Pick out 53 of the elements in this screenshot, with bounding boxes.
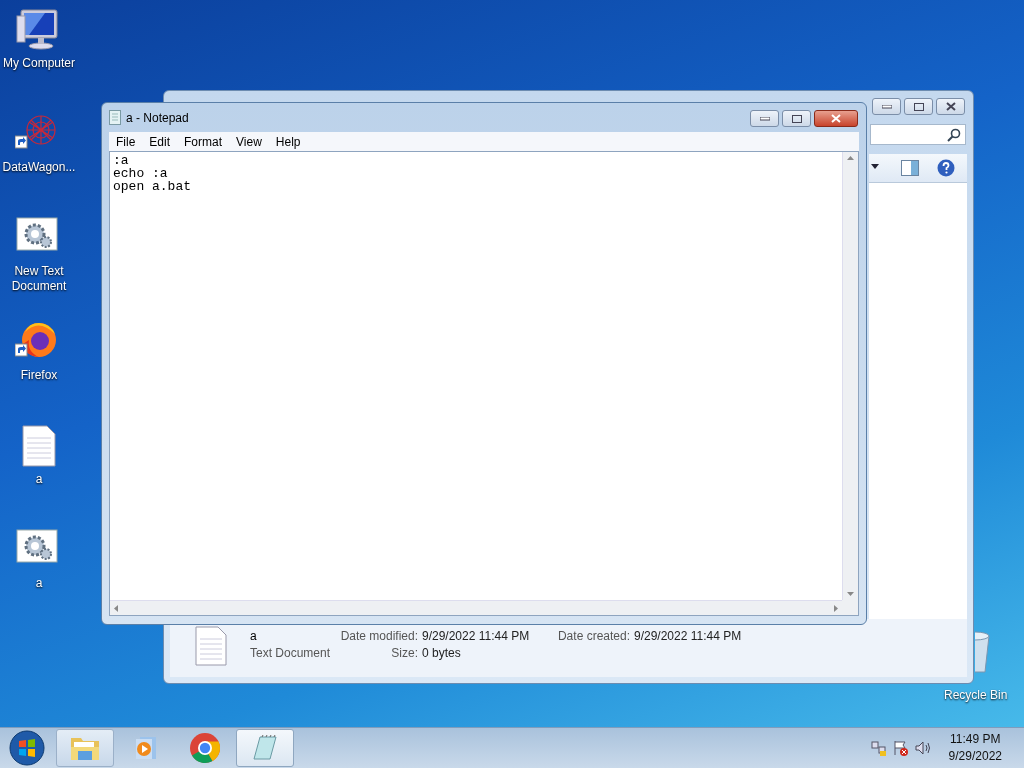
preview-pane-icon[interactable] — [901, 160, 919, 176]
start-orb-icon[interactable] — [9, 730, 45, 766]
menu-item[interactable]: Help — [268, 134, 308, 149]
document-icon — [194, 625, 228, 667]
detail-value: 0 bytes — [422, 646, 462, 660]
minimize-icon — [759, 116, 770, 121]
icon-label: a — [35, 576, 43, 591]
scroll-left-icon[interactable] — [114, 604, 118, 612]
close-button[interactable] — [936, 98, 965, 115]
detail-label: Size: — [390, 646, 418, 660]
flag-icon[interactable] — [892, 740, 909, 756]
network-icon[interactable] — [870, 740, 887, 756]
caret-icon[interactable] — [871, 164, 879, 169]
close-icon — [945, 102, 956, 111]
help-icon[interactable] — [937, 159, 955, 177]
clock-time[interactable]: 11:49 PM — [950, 731, 1001, 748]
menu-item[interactable]: Format — [177, 134, 230, 149]
scroll-right-icon[interactable] — [834, 604, 838, 612]
close-button[interactable] — [814, 110, 858, 127]
menu-item[interactable]: Edit — [142, 134, 178, 149]
search-field[interactable] — [870, 124, 966, 145]
chrome-icon — [189, 732, 221, 764]
vertical-scrollbar[interactable] — [842, 152, 858, 600]
detail-value: 9/29/2022 11:44 PM — [422, 629, 531, 643]
window-title: a - Notepad — [126, 110, 189, 125]
minimize-icon — [881, 104, 892, 109]
speaker-icon[interactable] — [914, 740, 931, 756]
maximize-icon — [791, 114, 802, 123]
detail-label: Date created: — [556, 629, 630, 643]
scroll-up-icon[interactable] — [847, 156, 854, 160]
menu-item[interactable]: File — [109, 134, 143, 149]
icon-label: My Computer — [3, 56, 75, 71]
horizontal-scrollbar[interactable] — [110, 600, 842, 615]
search-icon — [947, 127, 961, 142]
icon-label: New Text Document — [10, 264, 68, 294]
clock-date[interactable]: 9/29/2022 — [948, 748, 1002, 765]
icon-label: DataWagon... — [2, 160, 76, 175]
maximize-button[interactable] — [904, 98, 933, 115]
notepad-icon — [250, 733, 280, 763]
icon-label: Firefox — [20, 368, 58, 383]
maximize-icon — [913, 102, 924, 111]
taskbar-button[interactable] — [56, 729, 114, 767]
file-type: Text Document — [250, 646, 332, 660]
notepad-icon — [109, 110, 121, 125]
maximize-button[interactable] — [782, 110, 811, 127]
icon-label: a — [35, 472, 43, 487]
scroll-down-icon[interactable] — [847, 592, 854, 596]
detail-value: 9/29/2022 11:44 PM — [634, 629, 743, 643]
close-icon — [831, 114, 841, 123]
detail-label: Date modified: — [339, 629, 418, 643]
icon-label: Recycle Bin — [944, 688, 1008, 703]
menu-item[interactable]: View — [229, 134, 269, 149]
file-name: a — [250, 629, 258, 643]
